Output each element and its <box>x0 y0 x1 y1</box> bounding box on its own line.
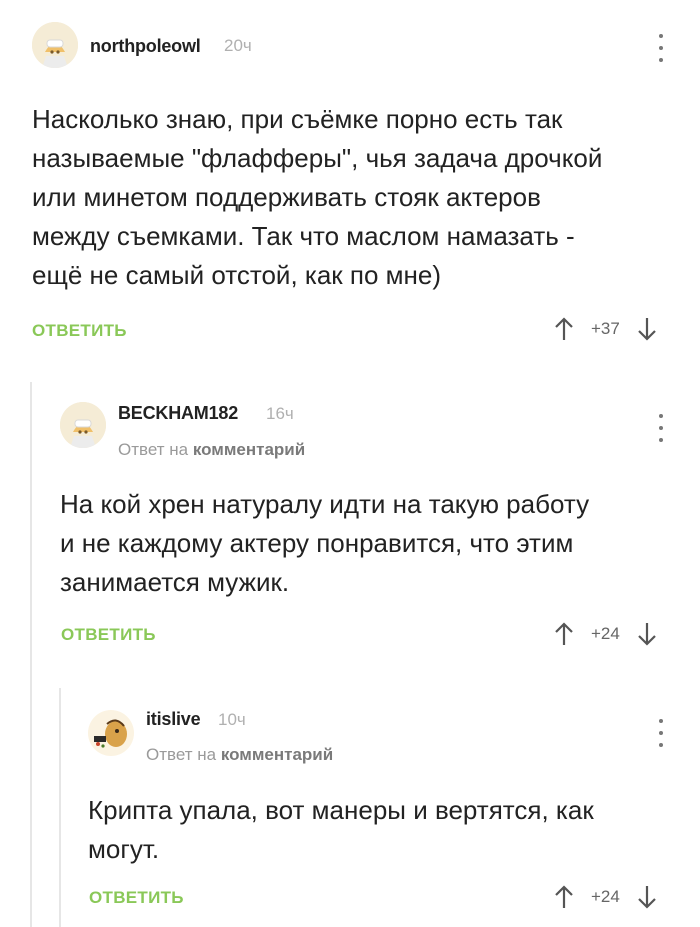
more-vertical-icon[interactable] <box>656 719 666 747</box>
arrow-up-icon[interactable] <box>553 884 575 910</box>
comment-text-line: Крипта упала, вот манеры и вертятся, как <box>88 795 594 825</box>
vote-controls: +24 <box>553 884 658 910</box>
reply-to-link[interactable]: комментарий <box>221 745 333 764</box>
score: +24 <box>591 887 620 906</box>
arrow-down-icon[interactable] <box>636 884 658 910</box>
comment-text: Крипта упала, вот манеры и вертятся, как… <box>88 791 678 869</box>
user-avatar-image <box>88 710 134 756</box>
avatar[interactable] <box>88 710 134 756</box>
comment: itislive 10ч Ответ на комментарий Крипта… <box>0 0 700 927</box>
username[interactable]: itislive <box>146 709 201 730</box>
comment-text-line: могут. <box>88 834 160 864</box>
comment-time: 10ч <box>218 710 246 729</box>
reply-to-prefix: Ответ на <box>146 745 217 764</box>
reply-button[interactable]: ОТВЕТИТЬ <box>89 888 184 908</box>
reply-to-info: Ответ на комментарий <box>146 745 333 765</box>
